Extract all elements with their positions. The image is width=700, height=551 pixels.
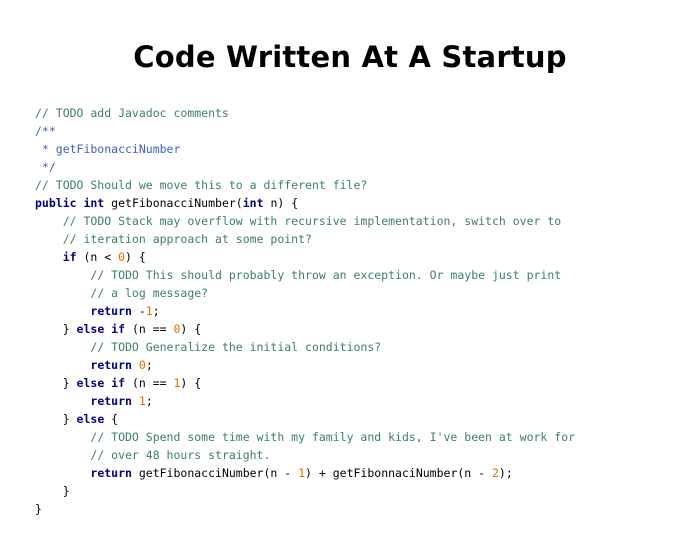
slide-title: Code Written At A Startup	[133, 40, 567, 74]
code-line: }	[35, 500, 575, 518]
code-number: 0	[138, 358, 146, 372]
code-number: 2	[491, 466, 499, 480]
code-comment: // TODO Generalize the initial condition…	[90, 340, 382, 354]
code-text: ) {	[180, 376, 202, 390]
code-keyword: return	[90, 358, 132, 372]
code-line: // TODO Generalize the initial condition…	[35, 338, 575, 356]
code-keyword: return	[90, 304, 132, 318]
code-line: } else if (n == 0) {	[35, 320, 575, 338]
code-line: // TODO Spend some time with my family a…	[35, 428, 575, 446]
code-javadoc: /**	[35, 124, 56, 138]
code-number: 1	[298, 466, 306, 480]
code-text: }	[35, 412, 77, 426]
code-text: ;	[152, 304, 160, 318]
code-text: ;	[145, 394, 153, 408]
code-comment: // a log message?	[90, 286, 209, 300]
code-comment: // TODO Spend some time with my family a…	[90, 430, 576, 444]
code-keyword: return	[90, 394, 132, 408]
code-javadoc: */	[35, 160, 56, 174]
code-keyword: return	[90, 466, 132, 480]
code-text: getFibonacciNumber(	[104, 196, 243, 210]
code-text: ;	[145, 358, 153, 372]
code-comment: // TODO Stack may overflow with recursiv…	[62, 214, 562, 228]
code-text: }	[35, 484, 70, 498]
code-text: (n <	[76, 250, 119, 264]
code-keyword: if	[62, 250, 77, 264]
code-comment: // TODO This should probably throw an ex…	[90, 268, 562, 282]
code-line: /**	[35, 122, 575, 140]
code-line: }	[35, 482, 575, 500]
code-line: return 0;	[35, 356, 575, 374]
code-number: 0	[118, 250, 126, 264]
code-text: ) {	[125, 250, 146, 264]
code-comment: // TODO add Javadoc comments	[35, 106, 229, 120]
code-text: {	[104, 412, 119, 426]
code-number: 1	[138, 394, 146, 408]
code-line: } else {	[35, 410, 575, 428]
code-line: // TODO add Javadoc comments	[35, 104, 575, 122]
code-text: (n ==	[125, 376, 174, 390]
code-line: } else if (n == 1) {	[35, 374, 575, 392]
code-line: public int getFibonacciNumber(int n) {	[35, 194, 575, 212]
code-line: // a log message?	[35, 284, 575, 302]
code-text: (n ==	[125, 322, 174, 336]
code-block: // TODO add Javadoc comments /** * getFib…	[35, 104, 575, 518]
code-keyword: else if	[76, 376, 126, 390]
code-line: return -1;	[35, 302, 575, 320]
code-javadoc: * getFibonacciNumber	[35, 142, 181, 156]
code-line: return getFibonacciNumber(n - 1) + getFi…	[35, 464, 575, 482]
code-line: if (n < 0) {	[35, 248, 575, 266]
code-text: }	[35, 322, 77, 336]
code-text: n) {	[263, 196, 299, 210]
code-line: * getFibonacciNumber	[35, 140, 575, 158]
code-number: 1	[145, 304, 153, 318]
code-text: }	[35, 376, 77, 390]
code-text: getFibonacciNumber(n -	[131, 466, 299, 480]
code-text: );	[498, 466, 513, 480]
code-keyword: public int	[35, 196, 105, 210]
code-comment: // iteration approach at some point?	[62, 232, 312, 246]
code-text: ) + getFibonnaciNumber(n -	[305, 466, 492, 480]
code-line: */	[35, 158, 575, 176]
code-text: -	[131, 304, 146, 318]
code-text: ) {	[180, 322, 202, 336]
code-line: // TODO Should we move this to a differe…	[35, 176, 575, 194]
code-keyword: int	[242, 196, 264, 210]
code-line: // over 48 hours straight.	[35, 446, 575, 464]
code-comment: // over 48 hours straight.	[90, 448, 271, 462]
code-line: return 1;	[35, 392, 575, 410]
code-line: // TODO This should probably throw an ex…	[35, 266, 575, 284]
code-line: // TODO Stack may overflow with recursiv…	[35, 212, 575, 230]
code-keyword: else if	[76, 322, 126, 336]
code-comment: // TODO Should we move this to a differe…	[35, 178, 368, 192]
code-line: // iteration approach at some point?	[35, 230, 575, 248]
code-keyword: else	[76, 412, 105, 426]
code-text: }	[35, 502, 42, 516]
